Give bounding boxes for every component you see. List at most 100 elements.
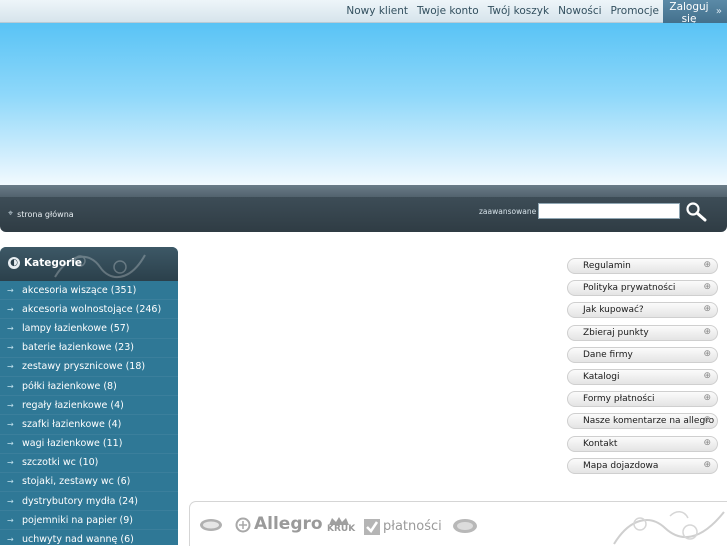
arrow-right-icon: → [7, 496, 14, 506]
info-menu-item[interactable]: Polityka prywatności ⊕ [567, 280, 718, 297]
login-label: Zaloguj się [669, 1, 709, 25]
arrow-right-icon: → [7, 439, 14, 449]
info-menu-item[interactable]: Regulamin ⊕ [567, 258, 718, 274]
category-label: lampy łazienkowe (57) [22, 322, 130, 334]
header-banner [0, 23, 727, 185]
allegro-logo-icon [235, 517, 251, 533]
category-label: półki łazienkowe (8) [22, 380, 117, 392]
plus-icon: ⊕ [703, 437, 711, 448]
category-label: pojemniki na papier (9) [22, 514, 134, 526]
plus-icon: ⊕ [703, 304, 711, 315]
plus-icon: ⊕ [703, 393, 711, 404]
plus-icon: ⊕ [703, 326, 711, 337]
info-menu-label: Polityka prywatności [583, 283, 676, 294]
arrow-right-icon: → [7, 285, 14, 295]
category-item[interactable]: → regały łazienkowe (4) [0, 396, 178, 416]
category-item[interactable]: → pojemniki na papier (9) [0, 511, 178, 531]
arrow-right-icon: → [7, 458, 14, 468]
badge-logo-icon [453, 519, 477, 533]
category-item[interactable]: → szafki łazienkowe (4) [0, 415, 178, 435]
platnosci-logo: płatności [383, 519, 442, 534]
top-nav: Nowy klient Twoje konto Twój koszyk Nowo… [346, 0, 659, 22]
info-menu-label: Mapa dojazdowa [583, 460, 659, 471]
category-item[interactable]: → zestawy prysznicowe (18) [0, 358, 178, 377]
info-menu-item[interactable]: Zbieraj punkty ⊕ [567, 324, 718, 341]
categories-title: Kategorie [24, 257, 82, 269]
category-label: akcesoria wolnostojące (246) [22, 303, 162, 315]
category-item[interactable]: → dystrybutory mydła (24) [0, 492, 178, 512]
floral-ornament-icon [613, 511, 725, 545]
category-label: regały łazienkowe (4) [22, 399, 124, 411]
search-button[interactable] [684, 201, 710, 223]
category-item[interactable]: → półki łazienkowe (8) [0, 377, 178, 397]
advanced-search-link[interactable]: zaawansowane [479, 207, 536, 216]
info-menu-label: Formy płatności [583, 394, 655, 405]
info-menu-item[interactable]: Mapa dojazdowa ⊕ [567, 457, 718, 474]
category-item[interactable]: → akcesoria wiszące (351) [0, 281, 178, 301]
category-item[interactable]: → szczotki wc (10) [0, 454, 178, 473]
arrow-right-icon: → [7, 515, 14, 525]
info-menu-label: Zbieraj punkty [583, 327, 649, 338]
category-label: szczotki wc (10) [22, 457, 99, 469]
arrow-right-icon: → [7, 304, 14, 314]
category-label: dystrybutory mydła (24) [22, 495, 138, 507]
info-menu-label: Jak kupować? [583, 305, 644, 316]
nav-my-cart[interactable]: Twój koszyk [488, 5, 549, 17]
categories-sidebar: ◐ Kategorie → akcesoria wiszące (351) → ak… [0, 247, 178, 545]
breadcrumb-home[interactable]: strona główna [17, 210, 74, 219]
plus-icon: ⊕ [703, 459, 711, 470]
arrow-right-icon: → [7, 477, 14, 487]
info-menu-item[interactable]: Nasze komentarze na allegro ⊕ [567, 413, 718, 430]
category-item[interactable]: → lampy łazienkowe (57) [0, 319, 178, 339]
category-list: → akcesoria wiszące (351) → akcesoria woln… [0, 281, 178, 545]
info-menu-label: Katalogi [583, 371, 620, 382]
arrow-right-icon: → [7, 362, 14, 372]
nav-promotions[interactable]: Promocje [611, 5, 659, 17]
category-label: uchwyty nad wannę (6) [22, 534, 134, 545]
plus-icon: ⊕ [703, 370, 711, 381]
category-item[interactable]: → wagi łazienkowe (11) [0, 435, 178, 454]
checkmark-icon [364, 519, 380, 535]
info-menu-label: Regulamin [583, 261, 631, 271]
info-menu-item[interactable]: Katalogi ⊕ [567, 368, 718, 385]
category-item[interactable]: → stojaki, zestawy wc (6) [0, 473, 178, 493]
category-label: szafki łazienkowe (4) [22, 418, 122, 430]
breadcrumb: ⌖ strona główna [8, 209, 74, 219]
info-menu-item[interactable]: Jak kupować? ⊕ [567, 302, 718, 319]
double-chevron-right-icon: » [715, 6, 722, 17]
arrow-right-icon: → [7, 535, 14, 545]
categories-header: ◐ Kategorie [0, 247, 178, 281]
category-label: stojaki, zestawy wc (6) [22, 476, 131, 488]
category-item[interactable]: → akcesoria wolnostojące (246) [0, 300, 178, 320]
category-item[interactable]: → baterie łazienkowe (23) [0, 339, 178, 358]
plus-icon: ⊕ [703, 348, 711, 359]
plus-icon: ⊕ [703, 415, 711, 426]
nav-my-account[interactable]: Twoje konto [417, 5, 479, 17]
category-label: akcesoria wiszące (351) [22, 284, 137, 296]
arrow-right-icon: → [7, 343, 14, 353]
category-label: baterie łazienkowe (23) [22, 342, 134, 354]
partner-logos: Allegro KRUK płatności [189, 501, 727, 546]
nav-news[interactable]: Nowości [558, 5, 601, 17]
kruk-logo: KRUK [327, 524, 356, 534]
info-menu-label: Kontakt [583, 438, 618, 449]
search-input[interactable] [538, 203, 680, 219]
nav-new-client[interactable]: Nowy klient [346, 5, 408, 17]
category-label: wagi łazienkowe (11) [22, 438, 123, 450]
search-icon [686, 202, 707, 222]
info-menu-item[interactable]: Dane firmy ⊕ [567, 346, 718, 363]
info-menu-item[interactable]: Formy płatności ⊕ [567, 391, 718, 408]
category-item[interactable]: → uchwyty nad wannę (6) [0, 530, 178, 545]
bar-top-strip [0, 185, 727, 197]
info-menu: Regulamin ⊕ Polityka prywatności ⊕ Jak kup… [567, 258, 718, 480]
categories-icon: ◐ [8, 257, 20, 269]
arrow-right-icon: → [7, 381, 14, 391]
home-icon: ⌖ [8, 209, 14, 219]
info-menu-label: Nasze komentarze na allegro [583, 416, 715, 427]
info-menu-item[interactable]: Kontakt ⊕ [567, 435, 718, 452]
info-menu-label: Dane firmy [583, 349, 633, 360]
arrow-right-icon: → [7, 400, 14, 410]
plus-icon: ⊕ [703, 282, 711, 293]
arrow-right-icon: → [7, 323, 14, 333]
plus-icon: ⊕ [703, 260, 711, 270]
